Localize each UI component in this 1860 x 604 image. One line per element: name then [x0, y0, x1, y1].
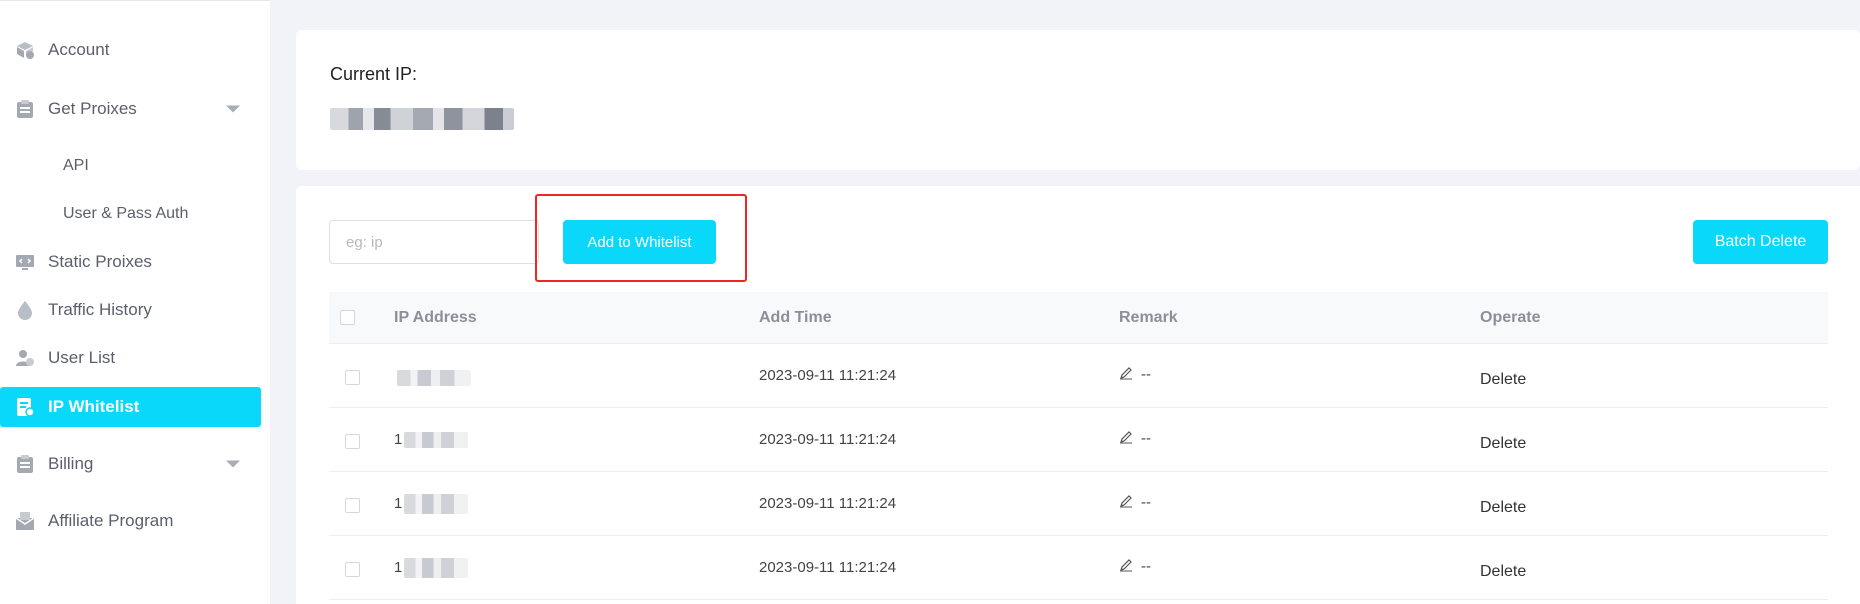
batch-delete-button[interactable]: Batch Delete: [1693, 220, 1828, 264]
sidebar-item-static-proixes[interactable]: Static Proixes: [0, 242, 270, 282]
sidebar-item-label: Account: [48, 40, 110, 59]
delete-link[interactable]: Delete: [1480, 435, 1526, 453]
row-checkbox[interactable]: [345, 498, 360, 513]
ip-cell: 1: [394, 559, 403, 576]
drop-icon: [14, 299, 36, 321]
ip-value-masked: [397, 370, 471, 386]
remark-cell: --: [1119, 494, 1151, 511]
sidebar-item-ip-whitelist[interactable]: IP Whitelist: [0, 387, 261, 427]
add-to-whitelist-button[interactable]: Add to Whitelist: [563, 220, 716, 264]
sidebar-item-user-list[interactable]: User List: [0, 338, 270, 378]
sidebar-item-user-pass-auth[interactable]: User & Pass Auth: [0, 194, 270, 234]
ip-search-input[interactable]: [329, 220, 539, 264]
table-row: 1 2023-09-11 11:21:24 -- Delete: [329, 408, 1828, 472]
delete-link[interactable]: Delete: [1480, 563, 1526, 581]
add-time-cell: 2023-09-11 11:21:24: [759, 559, 897, 576]
table-row: 1 2023-09-11 11:21:24 -- Delete: [329, 472, 1828, 536]
sidebar-item-label: User List: [48, 348, 116, 367]
whitelist-icon: [14, 396, 36, 418]
delete-link[interactable]: Delete: [1480, 371, 1526, 389]
current-ip-label: Current IP:: [330, 64, 418, 84]
sidebar-item-label: Static Proixes: [48, 252, 152, 271]
table-row: 1 2023-09-11 11:21:24 -- Delete: [329, 536, 1828, 600]
select-all-checkbox[interactable]: [340, 310, 355, 325]
sidebar: Account Get Proixes API User & Pass Auth…: [0, 0, 270, 604]
ip-cell: 1: [394, 431, 403, 448]
edit-icon[interactable]: [1119, 558, 1133, 572]
row-checkbox[interactable]: [345, 370, 360, 385]
edit-icon[interactable]: [1119, 430, 1133, 444]
sidebar-item-affiliate-program[interactable]: Affiliate Program: [0, 501, 270, 541]
delete-link[interactable]: Delete: [1480, 499, 1526, 517]
remark-cell: --: [1119, 430, 1151, 447]
mail-icon: [14, 510, 36, 532]
col-header-ip: IP Address: [394, 308, 477, 326]
col-header-time: Add Time: [759, 308, 832, 326]
sidebar-item-label: Affiliate Program: [48, 511, 174, 530]
ip-cell: 1: [394, 495, 403, 512]
add-time-cell: 2023-09-11 11:21:24: [759, 495, 897, 512]
users-icon: [14, 347, 36, 369]
account-icon: [14, 39, 36, 61]
sidebar-item-traffic-history[interactable]: Traffic History: [0, 290, 270, 330]
sidebar-item-account[interactable]: Account: [0, 30, 270, 70]
chevron-down-icon: [226, 460, 240, 468]
clipboard-icon: [14, 453, 36, 475]
edit-icon[interactable]: [1119, 494, 1133, 508]
clipboard-icon: [14, 98, 36, 120]
chevron-down-icon: [226, 105, 240, 113]
sidebar-item-label: IP Whitelist: [48, 397, 140, 416]
sidebar-item-label: User & Pass Auth: [63, 205, 189, 222]
table-row: 2023-09-11 11:21:24 -- Delete: [329, 344, 1828, 408]
sidebar-item-label: Get Proixes: [48, 99, 137, 118]
table-header: IP Address Add Time Remark Operate: [329, 292, 1828, 344]
col-header-operate: Operate: [1480, 308, 1541, 326]
sidebar-item-api[interactable]: API: [0, 146, 270, 186]
sidebar-item-label: API: [63, 157, 89, 174]
whitelist-card: Add to Whitelist Batch Delete IP Address…: [296, 186, 1860, 604]
remark-cell: --: [1119, 558, 1151, 575]
sidebar-item-billing[interactable]: Billing: [0, 444, 270, 484]
sidebar-item-label: Traffic History: [48, 300, 152, 319]
col-header-remark: Remark: [1119, 308, 1178, 326]
remark-cell: --: [1119, 366, 1151, 383]
row-checkbox[interactable]: [345, 434, 360, 449]
current-ip-card: Current IP:: [296, 30, 1860, 170]
current-ip-value-masked: [330, 108, 514, 130]
sidebar-item-label: Billing: [48, 454, 94, 473]
whitelist-table: IP Address Add Time Remark Operate 2023-…: [329, 292, 1828, 600]
ip-value-masked: [404, 432, 468, 448]
edit-icon[interactable]: [1119, 366, 1133, 380]
monitor-icon: [14, 251, 36, 273]
sidebar-item-get-proixes[interactable]: Get Proixes: [0, 89, 270, 129]
row-checkbox[interactable]: [345, 562, 360, 577]
ip-value-masked: [404, 494, 468, 514]
ip-value-masked: [404, 558, 468, 578]
add-time-cell: 2023-09-11 11:21:24: [759, 431, 897, 448]
add-time-cell: 2023-09-11 11:21:24: [759, 367, 897, 384]
